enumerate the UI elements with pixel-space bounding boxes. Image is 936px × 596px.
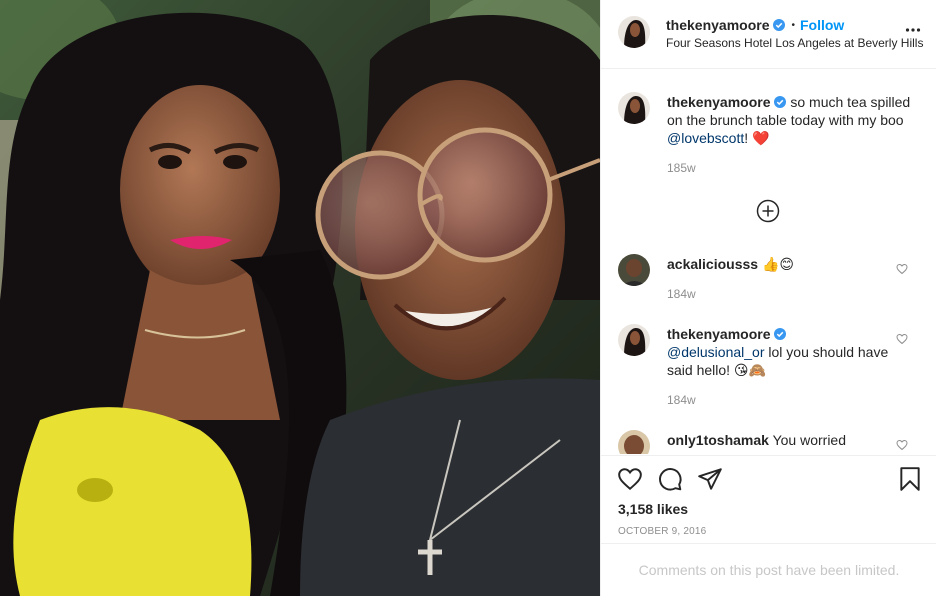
author-avatar[interactable] (618, 16, 650, 48)
comment-text: thekenyamoore @delusional_or lol you sho… (667, 325, 917, 379)
comment-text: ackaliciousss 👍😊 (667, 255, 917, 273)
comment-like-heart-icon[interactable] (896, 333, 908, 345)
caption-text: thekenyamoore so much tea spilled on the… (667, 93, 917, 147)
comment-avatar-image (618, 324, 650, 356)
bookmark-icon[interactable] (897, 466, 923, 492)
share-icon[interactable] (697, 466, 723, 492)
caption-age[interactable]: 185w (667, 161, 696, 175)
heart-icon[interactable] (617, 466, 643, 492)
comment-avatar-image (618, 430, 650, 454)
selfie-photo-illustration (0, 0, 600, 596)
verified-badge-icon (774, 328, 787, 340)
comment-author[interactable]: ackaliciousss (667, 256, 758, 272)
header-title-row: thekenyamoore • Follow (666, 17, 844, 33)
likes-count[interactable]: 3,158 likes (618, 501, 688, 517)
comment-body: You worried (772, 432, 846, 448)
comment-like-heart-icon[interactable] (896, 439, 908, 451)
comment-icon[interactable] (657, 466, 683, 492)
comment-avatar-image (618, 254, 650, 286)
comment-age[interactable]: 184w (667, 393, 696, 407)
comment-author[interactable]: thekenyamoore (667, 326, 770, 342)
more-options-icon[interactable] (905, 22, 921, 38)
post-header: thekenyamoore • Follow Four Seasons Hote… (601, 0, 936, 69)
verified-badge-icon (773, 19, 786, 31)
caption-author-avatar[interactable] (618, 92, 650, 124)
caption-mention[interactable]: @lovebscott (667, 130, 744, 146)
comment-avatar[interactable] (618, 430, 650, 454)
comments-list[interactable]: thekenyamoore so much tea spilled on the… (601, 70, 936, 454)
post-photo[interactable] (0, 0, 600, 596)
post-date[interactable]: OCTOBER 9, 2016 (618, 526, 706, 537)
verified-badge-icon (774, 96, 787, 108)
post-actions: 3,158 likes OCTOBER 9, 2016 (601, 455, 936, 543)
caption-author[interactable]: thekenyamoore (667, 94, 770, 110)
header-separator: • (791, 19, 795, 31)
comments-limited-notice: Comments on this post have been limited. (601, 543, 936, 596)
comment-like-heart-icon[interactable] (896, 263, 908, 275)
load-more-plus-icon[interactable] (756, 199, 780, 223)
instagram-post: thekenyamoore • Follow Four Seasons Hote… (0, 0, 936, 596)
caption-ending: ! ❤️ (744, 130, 770, 146)
follow-button[interactable]: Follow (800, 17, 844, 33)
comment-body: 👍😊 (761, 256, 794, 272)
author-username[interactable]: thekenyamoore (666, 17, 769, 33)
post-location[interactable]: Four Seasons Hotel Los Angeles at Beverl… (666, 36, 923, 50)
caption-avatar-image (618, 92, 650, 124)
comment-text: only1toshamak You worried (667, 431, 917, 449)
comment-avatar[interactable] (618, 254, 650, 286)
comment-avatar[interactable] (618, 324, 650, 356)
comment-mention[interactable]: @delusional_or (667, 344, 765, 360)
author-avatar-image (618, 16, 650, 48)
comment-author[interactable]: only1toshamak (667, 432, 769, 448)
post-side-panel: thekenyamoore • Follow Four Seasons Hote… (600, 0, 936, 596)
comment-age[interactable]: 184w (667, 287, 696, 301)
